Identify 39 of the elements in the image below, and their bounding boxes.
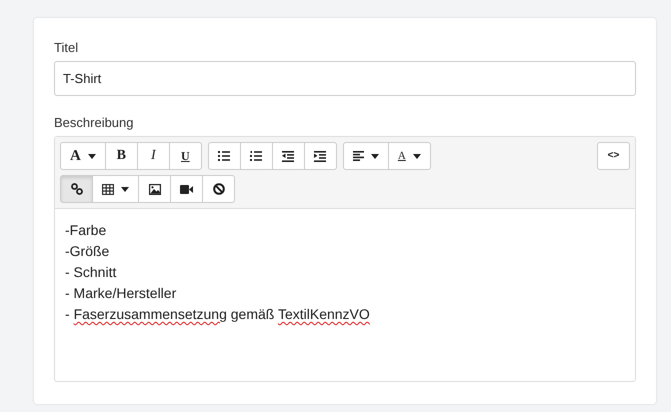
- color-button[interactable]: A: [388, 142, 431, 170]
- clear-button[interactable]: [202, 175, 235, 203]
- field-label: Titel: [54, 40, 80, 55]
- font-button[interactable]: A: [60, 142, 106, 170]
- outdent-icon: [282, 150, 294, 162]
- link-button[interactable]: [60, 175, 93, 203]
- caret-icon: [88, 154, 96, 158]
- align-button[interactable]: [342, 142, 389, 170]
- bold-button[interactable]: B: [104, 142, 138, 170]
- video-camera-icon: [180, 184, 193, 194]
- image-icon: [148, 184, 160, 194]
- editor-content-area[interactable]: -Farbe -Größe - Schnitt - Marke/Hersteller - Faserzusammensetzung gemäß TextilKennzVO: [55, 209, 635, 381]
- text-line: -Größe: [65, 242, 110, 261]
- indent-icon: [314, 150, 326, 162]
- caret-icon: [121, 186, 129, 192]
- input-field[interactable]: T-Shirt: [54, 61, 636, 96]
- field-label: Beschreibung: [54, 115, 134, 130]
- no-symbol-icon: [212, 183, 224, 195]
- ol-button[interactable]: [240, 142, 273, 170]
- video-button[interactable]: [170, 175, 203, 203]
- image-button[interactable]: [138, 175, 171, 203]
- table-button[interactable]: [92, 175, 139, 203]
- outdent-button[interactable]: [272, 142, 305, 170]
- numbered-list-icon: [250, 151, 262, 161]
- italic-button[interactable]: I: [136, 142, 170, 170]
- text-line: - Marke/Hersteller: [65, 284, 178, 303]
- text-line: - Schnitt: [65, 263, 118, 282]
- code-button[interactable]: <>: [597, 142, 630, 170]
- list-icon: [218, 151, 230, 161]
- text-line: - Faserzusammensetzung gemäß TextilKennzVO: [65, 305, 371, 324]
- caret-icon: [412, 154, 421, 158]
- align-left-icon: [352, 151, 364, 161]
- ul-button[interactable]: [208, 142, 241, 170]
- underline-button[interactable]: U: [168, 142, 202, 170]
- caret-icon: [370, 154, 379, 158]
- link-icon: [70, 183, 82, 195]
- table-icon: [102, 184, 114, 194]
- indent-button[interactable]: [304, 142, 337, 170]
- text-line: -Farbe: [65, 221, 108, 240]
